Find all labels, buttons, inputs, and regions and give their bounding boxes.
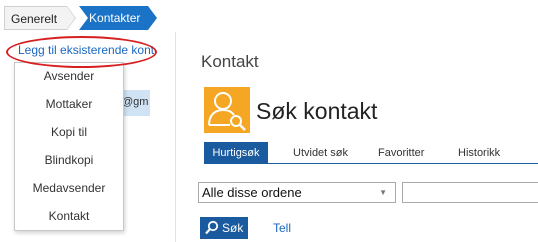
caret-down-icon: ▼ [379,188,387,197]
user-search-icon [204,87,250,133]
tabs-underline [204,163,538,164]
magnifier-icon [205,220,219,242]
add-existing-contact-link[interactable]: Legg til eksisterende kont [18,43,154,57]
tab-favoritter[interactable]: Favoritter [378,142,424,164]
behind-email-fragment: @gm [122,96,149,108]
search-mode-select[interactable]: Alle disse ordene ▼ [198,182,396,203]
search-input[interactable] [402,182,538,203]
page-title: Søk kontakt [256,98,378,124]
menu-item-kopi-til[interactable]: Kopi til [15,121,123,143]
breadcrumb-generelt[interactable]: Generelt [4,6,77,30]
count-link[interactable]: Tell [273,221,291,235]
tab-utvidet-sok[interactable]: Utvidet søk [293,142,348,164]
panel-divider [175,32,176,242]
tab-hurtigsok[interactable]: Hurtigsøk [204,142,268,164]
search-button-label: Søk [222,221,244,235]
search-mode-value: Alle disse ordene [202,185,302,200]
menu-item-mottaker[interactable]: Mottaker [15,93,123,115]
menu-item-kontakt[interactable]: Kontakt [15,205,123,227]
section-title: Kontakt [201,52,259,71]
search-tabs: Hurtigsøk Utvidet søk Favoritter Histori… [204,142,538,164]
contact-role-menu: Avsender Mottaker Kopi til Blindkopi Med… [14,62,124,231]
menu-item-medavsender[interactable]: Medavsender [15,177,123,199]
breadcrumb: Generelt Kontakter [4,6,158,30]
tab-historikk[interactable]: Historikk [458,142,500,164]
search-button[interactable]: Søk [200,217,248,239]
breadcrumb-kontakter[interactable]: Kontakter [79,6,158,30]
menu-item-blindkopi[interactable]: Blindkopi [15,149,123,171]
menu-item-avsender[interactable]: Avsender [15,65,123,87]
